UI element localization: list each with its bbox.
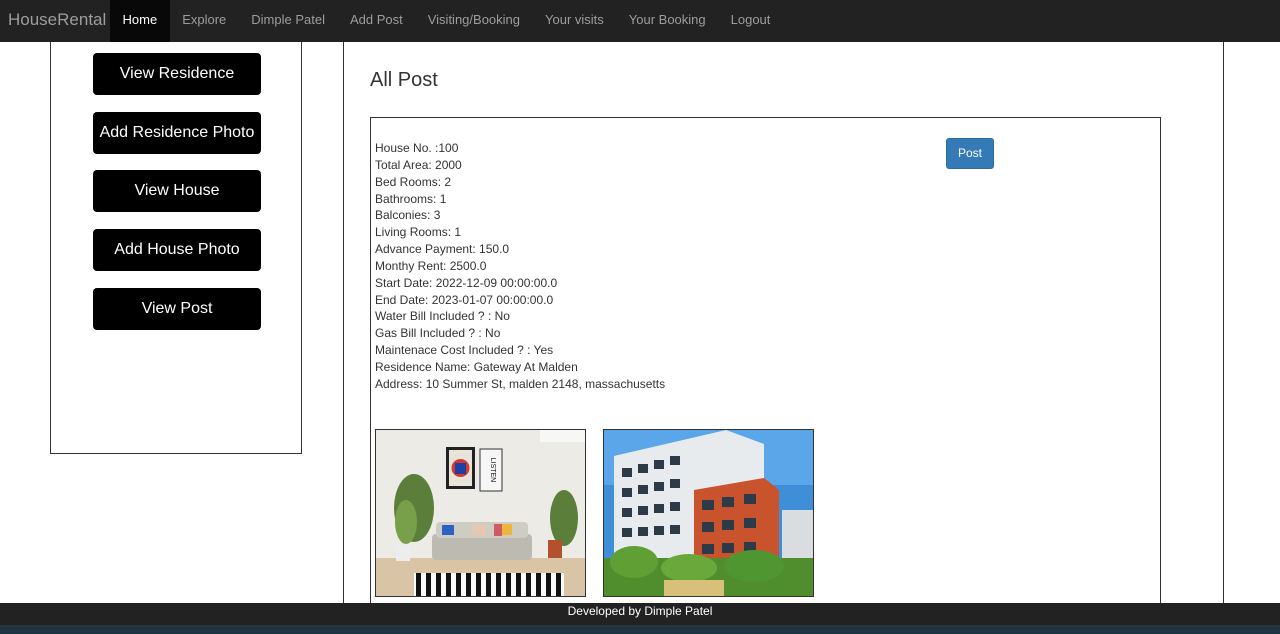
main-content: All Post House No. :100 Total Area: 2000… <box>343 42 1224 618</box>
bed-rooms: Bed Rooms: 2 <box>375 174 452 189</box>
advance-payment: Advance Payment: 150.0 <box>375 242 510 257</box>
add-house-photo-button[interactable]: Add House Photo <box>93 229 261 271</box>
post-button[interactable]: Post <box>946 138 994 169</box>
top-navbar: HouseRental Home Explore Dimple Patel Ad… <box>0 0 1280 42</box>
os-taskbar <box>0 625 1280 634</box>
apartment-building-photo <box>603 429 814 597</box>
brand-logo[interactable]: HouseRental <box>8 0 106 42</box>
sidebar: View Residence Add Residence Photo View … <box>50 42 302 454</box>
nav-item-visiting-booking[interactable]: Visiting/Booking <box>415 0 532 42</box>
nav-item-profile[interactable]: Dimple Patel <box>239 0 338 42</box>
water-bill: Water Bill Included ? : No <box>375 309 510 324</box>
living-room-photo: LISTEN <box>375 429 586 597</box>
nav-item-add-post[interactable]: Add Post <box>337 0 415 42</box>
gas-bill: Gas Bill Included ? : No <box>375 326 501 341</box>
house-number: House No. :100 <box>375 141 459 155</box>
residence-name: Residence Name: Gateway At Malden <box>375 359 578 374</box>
end-date: End Date: 2023-01-07 00:00:00.0 <box>375 292 554 307</box>
add-residence-photo-button[interactable]: Add Residence Photo <box>93 112 261 154</box>
nav-item-home[interactable]: Home <box>110 0 170 42</box>
post-card: House No. :100 Total Area: 2000 Bed Room… <box>370 117 1161 618</box>
page-title: All Post <box>370 69 438 91</box>
nav-item-explore[interactable]: Explore <box>170 0 239 42</box>
address: Address: 10 Summer St, malden 2148, mass… <box>375 376 666 391</box>
balconies: Balconies: 3 <box>375 208 441 223</box>
nav-item-your-booking[interactable]: Your Booking <box>616 0 718 42</box>
nav-item-your-visits[interactable]: Your visits <box>533 0 617 42</box>
nav-item-logout[interactable]: Logout <box>718 0 783 42</box>
bathrooms: Bathrooms: 1 <box>375 191 447 206</box>
view-post-button[interactable]: View Post <box>93 288 261 330</box>
monthly-rent: Monthy Rent: 2500.0 <box>375 258 487 273</box>
view-house-button[interactable]: View House <box>93 170 261 212</box>
post-details: House No. :100 Total Area: 2000 Bed Room… <box>375 140 665 393</box>
start-date: Start Date: 2022-12-09 00:00:00.0 <box>375 275 558 290</box>
living-rooms: Living Rooms: 1 <box>375 225 462 240</box>
maintenance-cost: Maintenace Cost Included ? : Yes <box>375 343 554 358</box>
svg-text:LISTEN: LISTEN <box>489 458 496 483</box>
total-area: Total Area: 2000 <box>375 157 462 172</box>
nav-menu: Home Explore Dimple Patel Add Post Visit… <box>110 0 783 42</box>
footer: Developed by Dimple Patel <box>0 603 1280 625</box>
view-residence-button[interactable]: View Residence <box>93 53 261 95</box>
